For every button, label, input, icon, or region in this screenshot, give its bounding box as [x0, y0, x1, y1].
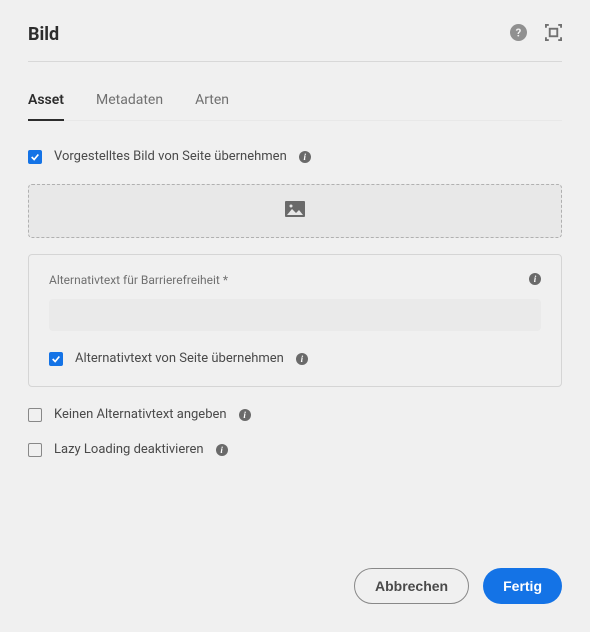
info-icon[interactable]: i [529, 273, 541, 285]
inherit-alt-row: Alternativtext von Seite übernehmen i [49, 351, 541, 366]
image-dialog: Bild ? Asset Metadaten Arten Vorgestellt… [0, 0, 590, 501]
no-alt-label: Keinen Alternativtext angeben [54, 407, 227, 422]
tab-asset[interactable]: Asset [28, 84, 64, 120]
tab-content: Vorgestelltes Bild von Seite übernehmen … [28, 149, 562, 457]
no-alt-row: Keinen Alternativtext angeben i [28, 407, 562, 422]
done-button[interactable]: Fertig [483, 568, 562, 604]
info-icon[interactable]: i [239, 409, 251, 421]
inherit-featured-label: Vorgestelltes Bild von Seite übernehmen [54, 149, 287, 164]
info-icon[interactable]: i [299, 151, 311, 163]
disable-lazy-row: Lazy Loading deaktivieren i [28, 442, 562, 457]
tabs: Asset Metadaten Arten [28, 84, 562, 121]
disable-lazy-label: Lazy Loading deaktivieren [54, 442, 204, 457]
svg-text:?: ? [516, 25, 522, 39]
image-placeholder-icon [285, 201, 305, 221]
alt-text-fieldset: i Alternativtext für Barrierefreiheit * … [28, 254, 562, 387]
no-alt-checkbox[interactable] [28, 408, 42, 422]
dialog-header: Bild ? [28, 24, 562, 62]
alt-text-input[interactable] [49, 299, 541, 331]
tab-types[interactable]: Arten [195, 84, 229, 120]
dialog-title: Bild [28, 24, 59, 45]
image-dropzone[interactable] [28, 184, 562, 238]
header-icons: ? [510, 24, 562, 45]
inherit-alt-checkbox[interactable] [49, 352, 63, 366]
inherit-featured-row: Vorgestelltes Bild von Seite übernehmen … [28, 149, 562, 164]
dialog-footer: Abbrechen Fertig [354, 568, 562, 604]
disable-lazy-checkbox[interactable] [28, 443, 42, 457]
inherit-featured-checkbox[interactable] [28, 150, 42, 164]
info-icon[interactable]: i [296, 353, 308, 365]
info-icon[interactable]: i [216, 444, 228, 456]
cancel-button[interactable]: Abbrechen [354, 568, 469, 604]
alt-text-label: Alternativtext für Barrierefreiheit * [49, 273, 541, 287]
inherit-alt-label: Alternativtext von Seite übernehmen [75, 351, 284, 366]
tab-metadata[interactable]: Metadaten [96, 84, 163, 120]
help-icon[interactable]: ? [510, 24, 527, 45]
fullscreen-icon[interactable] [545, 24, 562, 45]
